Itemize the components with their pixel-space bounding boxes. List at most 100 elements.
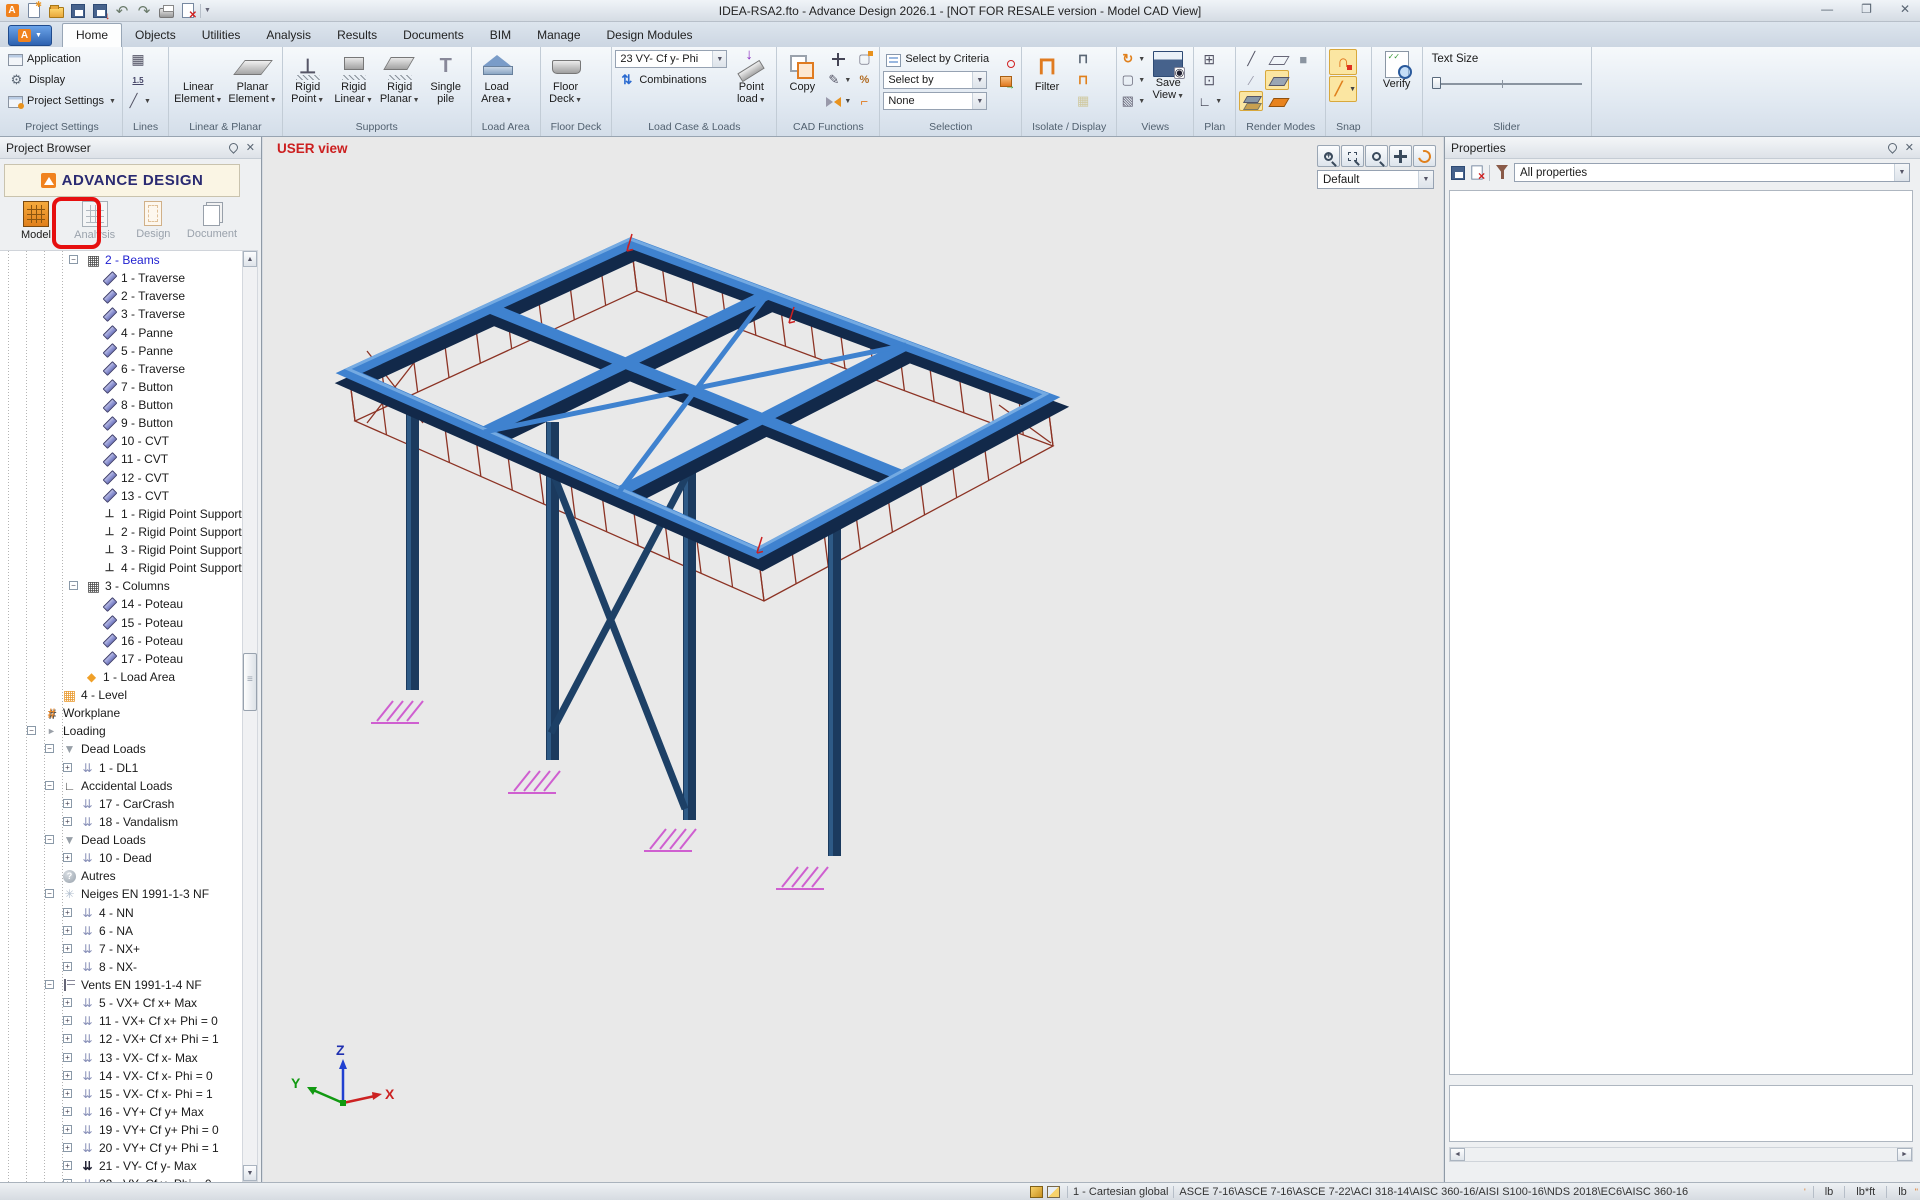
design-codes-label[interactable]: ASCE 7-16\ASCE 7-16\ASCE 7-22\ACI 318-14… — [1179, 1186, 1688, 1198]
tree-item[interactable]: ▦4 - Level — [0, 686, 242, 704]
properties-grid[interactable] — [1449, 190, 1913, 1075]
tree-item[interactable]: −▼Dead Loads — [0, 831, 242, 849]
properties-hscrollbar[interactable]: ◄ ► — [1449, 1147, 1913, 1162]
text-size-slider[interactable]: Text Size — [1426, 49, 1588, 89]
slider-thumb[interactable] — [1432, 77, 1441, 89]
restore-button[interactable]: ❐ — [1861, 2, 1872, 16]
expand-icon[interactable]: + — [63, 998, 72, 1007]
tree-item[interactable]: +⇊6 - NA — [0, 922, 242, 940]
pin-icon[interactable] — [227, 141, 240, 154]
rigid-point-supports[interactable] — [371, 701, 828, 889]
tree-item[interactable]: ⊥4 - Rigid Point Support — [0, 559, 242, 577]
tree-item[interactable]: ⊥2 - Rigid Point Support — [0, 523, 242, 541]
tree-item[interactable]: ⊥3 - Rigid Point Support — [0, 541, 242, 559]
tab-documents[interactable]: Documents — [390, 23, 477, 47]
expand-icon[interactable]: + — [63, 853, 72, 862]
isolate-orange-button[interactable]: ⊓ — [1071, 70, 1095, 90]
expand-icon[interactable]: + — [63, 1071, 72, 1080]
report-icon[interactable] — [1471, 165, 1482, 179]
view-preset-combo[interactable]: Default ▼ — [1317, 170, 1434, 189]
tree-item[interactable]: +⇊1 - DL1 — [0, 759, 242, 777]
tree-item[interactable]: 9 - Button — [0, 414, 242, 432]
scroll-left-icon[interactable]: ◄ — [1450, 1148, 1465, 1161]
tree-item[interactable]: 1 - Traverse — [0, 269, 242, 287]
tree-item[interactable]: 7 - Button — [0, 378, 242, 396]
plan-grid2-button[interactable]: ⊡ — [1197, 70, 1221, 90]
load-area-button[interactable]: Load Area▼ — [475, 49, 519, 107]
expand-icon[interactable]: + — [63, 1107, 72, 1116]
status-edit-icon[interactable] — [1047, 1186, 1060, 1198]
snap-line-button[interactable]: ╱▼ — [1329, 76, 1357, 102]
scrollbar-thumb[interactable] — [243, 653, 257, 711]
tree-item[interactable]: +⇊12 - VX+ Cf x+ Phi = 1 — [0, 1030, 242, 1048]
redo-icon[interactable]: ↷ — [135, 2, 153, 20]
collapse-icon[interactable]: − — [45, 889, 54, 898]
expand-icon[interactable]: + — [63, 1161, 72, 1170]
expand-icon[interactable]: + — [63, 1143, 72, 1152]
close-button[interactable]: ✕ — [1900, 2, 1910, 16]
expand-icon[interactable]: + — [63, 962, 72, 971]
tree-item[interactable]: +⇊7 - NX+ — [0, 940, 242, 958]
pin-icon[interactable] — [1886, 141, 1899, 154]
tab-bim[interactable]: BIM — [477, 23, 524, 47]
unit-force2[interactable]: lb — [1892, 1186, 1913, 1198]
single-pile-button[interactable]: TSingle pile — [424, 49, 468, 105]
expand-icon[interactable]: + — [63, 944, 72, 953]
beam-wire-button[interactable] — [1265, 49, 1289, 69]
tree-item[interactable]: +⇊22 - VY- Cf y- Phi = 0 — [0, 1175, 242, 1182]
close-doc-icon[interactable] — [179, 2, 197, 20]
orbit-button[interactable] — [1413, 145, 1436, 167]
tree-item[interactable]: −▼Dead Loads — [0, 740, 242, 758]
tree-item[interactable]: 6 - Traverse — [0, 360, 242, 378]
tree-item[interactable]: +⇊5 - VX+ Cf x+ Max — [0, 994, 242, 1012]
save-view-button[interactable]: Save View▼ — [1146, 49, 1190, 103]
beam-orange-button[interactable] — [1265, 91, 1289, 111]
combinations-button[interactable]: ⇅Combinations — [615, 70, 727, 90]
tree-item[interactable]: +⇊13 - VX- Cf x- Max — [0, 1049, 242, 1067]
modify-button[interactable]: ✎▼ — [826, 70, 850, 90]
tree-item[interactable]: +⇊4 - NN — [0, 904, 242, 922]
expand-icon[interactable]: + — [63, 908, 72, 917]
tree-item[interactable]: 11 - CVT — [0, 450, 242, 468]
rigid-planar-button[interactable]: Rigid Planar▼ — [378, 49, 422, 107]
dimension-button[interactable]: 1.5 — [126, 70, 150, 90]
copy-button[interactable]: Copy — [780, 49, 824, 93]
collapse-icon[interactable]: − — [69, 255, 78, 264]
mirror-button[interactable]: ▼ — [826, 91, 850, 111]
isolate-grey-button[interactable]: ⊓ — [1071, 49, 1095, 69]
save-as-icon[interactable] — [91, 2, 109, 20]
tree-item[interactable]: +⇊14 - VX- Cf x- Phi = 0 — [0, 1067, 242, 1085]
status-model-icon[interactable] — [1030, 1186, 1043, 1198]
ucs-button[interactable]: ∟▼ — [1197, 91, 1221, 111]
hidden-line-button[interactable]: ∕ — [1239, 70, 1263, 90]
tree-item[interactable]: 15 - Poteau — [0, 614, 242, 632]
mode-button-design[interactable]: Design — [127, 199, 179, 249]
tree-item[interactable]: 16 - Poteau — [0, 632, 242, 650]
tree-item[interactable]: +⇊21 - VY- Cf y- Max — [0, 1157, 242, 1175]
properties-filter-combo[interactable]: All properties ▼ — [1514, 163, 1910, 182]
tree-item[interactable]: −✳Neiges EN 1991-1-3 NF — [0, 885, 242, 903]
pan-button[interactable] — [1389, 145, 1412, 167]
scroll-up-icon[interactable]: ▲ — [243, 251, 257, 267]
zoom-extents-button[interactable] — [1365, 145, 1388, 167]
scroll-right-icon[interactable]: ► — [1897, 1148, 1912, 1161]
select-by-criteria-button[interactable]: Select by Criteria — [883, 49, 992, 69]
unit-moment[interactable]: lb*ft — [1850, 1186, 1881, 1198]
tree-item[interactable]: 10 - CVT — [0, 432, 242, 450]
close-panel-icon[interactable]: ✕ — [246, 141, 255, 154]
extrude-button[interactable]: ▢ — [852, 49, 876, 69]
expand-icon[interactable]: + — [63, 1034, 72, 1043]
tree-item[interactable]: +⇊10 - Dead — [0, 849, 242, 867]
tree-item[interactable]: 12 - CVT — [0, 469, 242, 487]
print-icon[interactable] — [157, 2, 175, 20]
tree-item[interactable]: #Workplane — [0, 704, 242, 722]
plan-grid-button[interactable]: ⊞ — [1197, 49, 1221, 69]
tree-item[interactable]: −Vents EN 1991-1-4 NF — [0, 976, 242, 994]
project-settings-button[interactable]: Project Settings▼ — [5, 91, 119, 111]
tree-item[interactable]: 13 - CVT — [0, 487, 242, 505]
collapse-icon[interactable]: − — [45, 781, 54, 790]
tree-item[interactable]: +⇊18 - Vandalism — [0, 813, 242, 831]
chevron-down-icon[interactable]: ▼ — [972, 93, 986, 109]
verify-button[interactable]: Verify — [1375, 49, 1419, 90]
undo-icon[interactable]: ↶ — [113, 2, 131, 20]
